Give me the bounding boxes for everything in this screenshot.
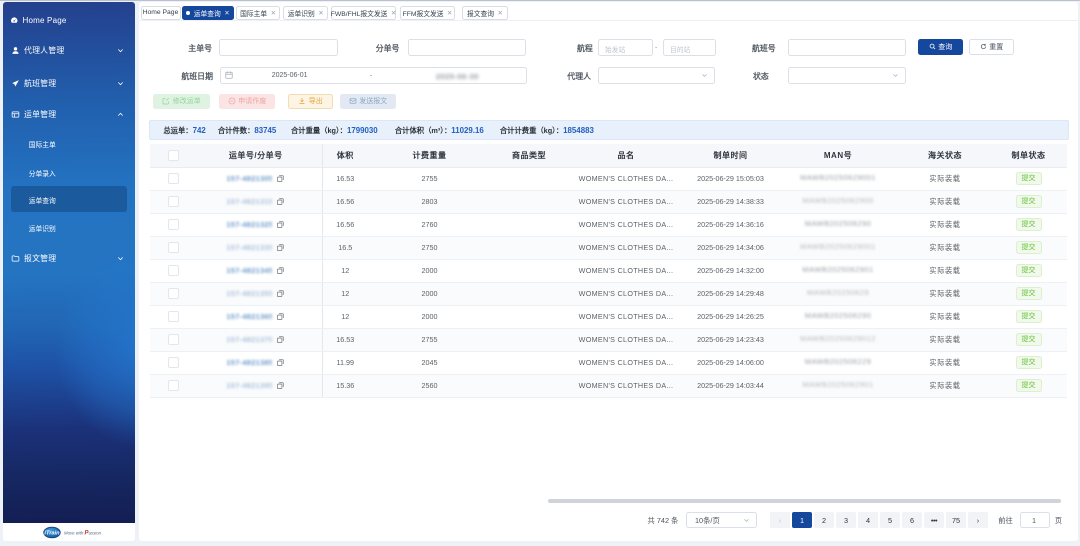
svg-text:iTrain: iTrain bbox=[44, 531, 60, 537]
svg-text:Move with Passion: Move with Passion bbox=[64, 530, 102, 536]
